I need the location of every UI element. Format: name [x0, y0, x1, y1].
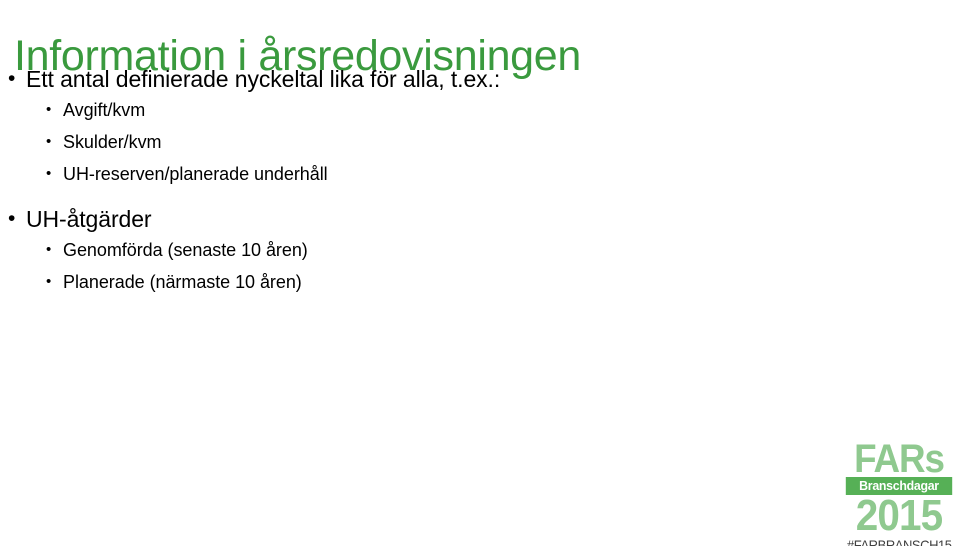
bullet-icon: • [46, 241, 52, 258]
logo-year-text: 2015 [855, 491, 943, 540]
list-item-label: Planerade (närmaste 10 åren) [63, 272, 302, 292]
list-item: • UH-åtgärder [0, 202, 820, 236]
list-item-label: Genomförda (senaste 10 åren) [63, 240, 308, 260]
fars-branschdagar-logo: FARs Branschdagar 2015 #FARBRANSCH15 [843, 437, 955, 546]
slide-body: • Ett antal definierade nyckeltal lika f… [0, 62, 820, 301]
slide-canvas: Information i årsredovisningen • Ett ant… [0, 0, 959, 546]
list-item-label: Skulder/kvm [63, 132, 162, 152]
list-item: • Planerade (närmaste 10 åren) [0, 269, 820, 295]
bullet-icon: • [46, 101, 52, 118]
list-item: • Avgift/kvm [0, 97, 820, 123]
bullet-icon: • [46, 273, 52, 290]
list-item-label: Avgift/kvm [63, 100, 146, 120]
list-item: • UH-reserven/planerade underhåll [0, 161, 820, 187]
logo-hashtag-text: #FARBRANSCH15 [846, 537, 952, 546]
bullet-icon: • [46, 133, 52, 150]
list-item-label: Ett antal definierade nyckeltal lika för… [26, 66, 501, 92]
bullet-icon: • [8, 207, 16, 230]
list-item-label: UH-åtgärder [26, 206, 152, 232]
list-item: • Skulder/kvm [0, 129, 820, 155]
list-item: • Ett antal definierade nyckeltal lika f… [0, 62, 820, 96]
list-item-label: UH-reserven/planerade underhåll [63, 164, 328, 184]
logo-brand-text: FARs [854, 437, 945, 481]
list-item: • Genomförda (senaste 10 åren) [0, 237, 820, 263]
bullet-icon: • [8, 67, 16, 90]
bullet-icon: • [46, 165, 52, 182]
